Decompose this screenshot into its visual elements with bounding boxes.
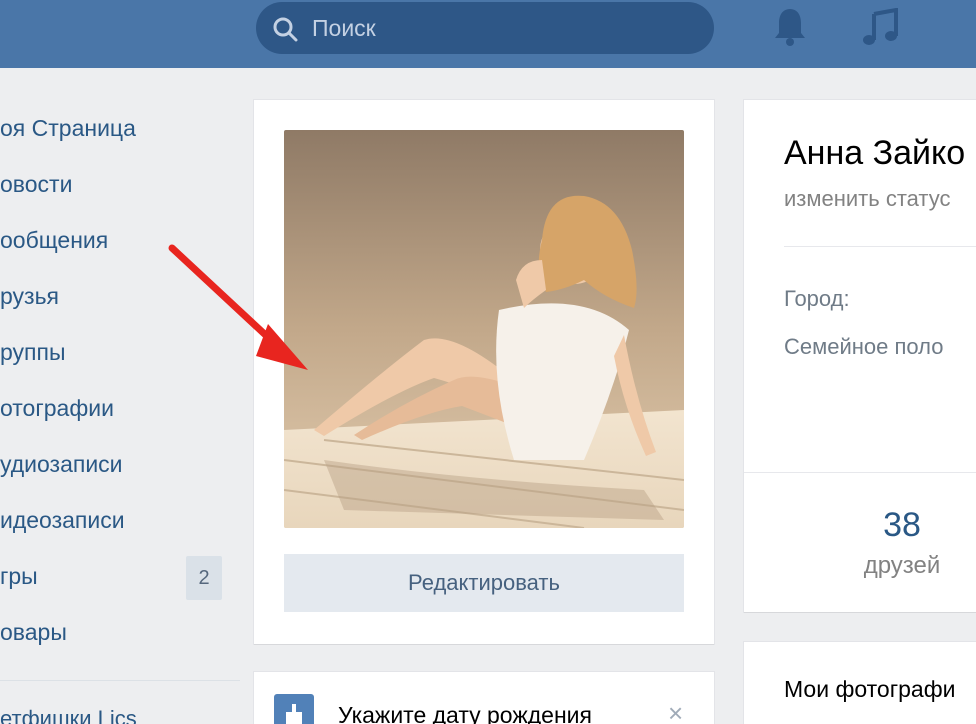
counters-divider bbox=[744, 472, 976, 473]
profile-name: Анна Зайко bbox=[784, 134, 966, 172]
menu-item-audio[interactable]: удиозаписи bbox=[0, 444, 240, 484]
profile-info-card: Анна Зайко изменить статус Город: Семейн… bbox=[744, 100, 976, 612]
search-icon bbox=[273, 17, 298, 42]
avatar-card: Редактировать bbox=[254, 100, 714, 644]
search-bar[interactable] bbox=[256, 2, 714, 54]
friends-count-label[interactable]: друзей bbox=[862, 552, 942, 580]
menu-item-label: рузья bbox=[0, 283, 60, 309]
menu-item-video[interactable]: идеозаписи bbox=[0, 500, 240, 540]
menu-item-news[interactable]: овости bbox=[0, 164, 240, 204]
menu-item-label: овости bbox=[0, 171, 73, 197]
menu-item-label: отографии bbox=[0, 395, 114, 421]
menu-item-my-page[interactable]: оя Страница bbox=[0, 108, 240, 148]
menu-item-label: оя Страница bbox=[0, 115, 136, 141]
menu-item-label: удиозаписи bbox=[0, 451, 123, 477]
menu-item-label: идеозаписи bbox=[0, 507, 125, 533]
red-arrow-annotation bbox=[168, 244, 308, 370]
birthday-reminder-card: Укажите дату рождения × bbox=[254, 672, 714, 724]
my-photos-title[interactable]: Мои фотографи bbox=[784, 676, 955, 703]
profile-photo[interactable] bbox=[284, 130, 684, 528]
menu-item-label: овары bbox=[0, 619, 67, 645]
birthday-prompt-text[interactable]: Укажите дату рождения bbox=[338, 702, 592, 724]
menu-item-label: руппы bbox=[0, 339, 66, 365]
friends-count[interactable]: 38 bbox=[862, 506, 942, 545]
gift-icon bbox=[274, 694, 314, 724]
profile-photo-image bbox=[284, 130, 684, 528]
games-counter-badge: 2 bbox=[186, 556, 222, 600]
edit-profile-button[interactable]: Редактировать bbox=[284, 554, 684, 612]
profile-divider bbox=[784, 246, 976, 247]
music-icon[interactable] bbox=[862, 8, 900, 46]
menu-item-games[interactable]: гры 2 bbox=[0, 556, 240, 600]
edit-status-link[interactable]: изменить статус bbox=[784, 186, 950, 212]
menu-item-label: ообщения bbox=[0, 227, 109, 253]
city-label: Город: bbox=[784, 286, 850, 311]
menu-item-label: гры bbox=[0, 563, 38, 589]
close-icon[interactable]: × bbox=[668, 700, 683, 724]
menu-item-photos[interactable]: отографии bbox=[0, 388, 240, 428]
search-input[interactable] bbox=[312, 10, 692, 46]
menu-item-goods[interactable]: овары bbox=[0, 612, 240, 652]
top-header bbox=[0, 0, 976, 68]
menu-divider bbox=[0, 680, 240, 681]
family-status-label: Семейное поло bbox=[784, 334, 944, 359]
my-photos-card: Мои фотографи bbox=[744, 642, 976, 724]
menu-footer-link[interactable]: етфишки Lics bbox=[0, 706, 137, 724]
bell-icon[interactable] bbox=[772, 6, 808, 46]
